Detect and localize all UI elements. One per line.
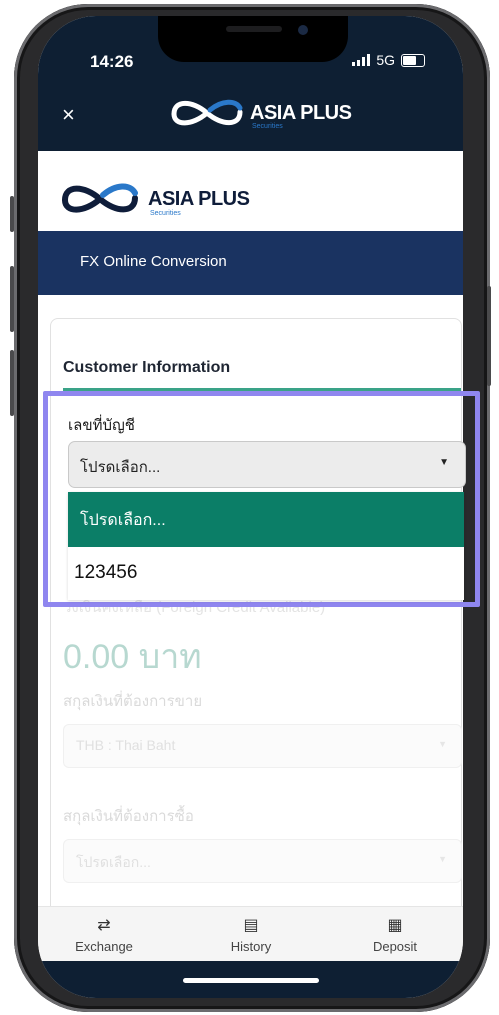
camera-notch (158, 16, 348, 62)
buy-currency-value: โปรดเลือก... (76, 854, 151, 870)
dropdown-option-account[interactable]: 123456 (68, 547, 464, 600)
volume-down-button (10, 350, 14, 416)
header-logo: ASIA PLUS Securities (170, 96, 352, 130)
account-dropdown-list: โปรดเลือก... 123456 (68, 492, 464, 600)
power-button (487, 286, 491, 386)
buy-currency-select[interactable]: โปรดเลือก... ▼ (63, 839, 462, 883)
dropdown-option-label: โปรดเลือก... (80, 512, 166, 529)
credit-value: 0.00 บาท (63, 638, 202, 676)
asia-plus-logo-icon (62, 183, 138, 213)
buy-currency-label: สกุลเงินที่ต้องการซื้อ (63, 808, 194, 825)
dropdown-option-placeholder[interactable]: โปรดเลือก... (68, 492, 464, 547)
account-number-label: เลขที่บัญชี (68, 417, 135, 434)
speaker-grille (226, 26, 282, 32)
nav-history-label: History (230, 939, 272, 954)
signal-icon (352, 54, 371, 66)
home-indicator[interactable] (183, 978, 319, 983)
exchange-icon: ⇄ (97, 917, 111, 934)
header-logo-sub: Securities (252, 122, 283, 130)
brand-logo: ASIA PLUS Securities (60, 181, 250, 217)
account-number-select[interactable]: โปรดเลือก... ▼ (68, 441, 466, 488)
status-indicators: 5G (352, 52, 425, 68)
sell-currency-value: THB : Thai Baht (76, 737, 176, 753)
nav-history[interactable]: ▤ History (201, 915, 301, 954)
status-time: 14:26 (90, 52, 134, 71)
sell-currency-label: สกุลเงินที่ต้องการขาย (63, 693, 203, 710)
header-logo-text: ASIA PLUS (250, 101, 352, 124)
asia-plus-swoosh-icon (171, 99, 243, 126)
battery-icon (401, 53, 425, 67)
nav-exchange-label: Exchange (75, 939, 133, 954)
bottom-nav: ⇄ Exchange ▤ History ▦ Deposit (38, 906, 463, 962)
page-banner: FX Online Conversion (38, 231, 463, 295)
nav-exchange[interactable]: ⇄ Exchange (54, 915, 154, 954)
brand-logo-text: ASIA PLUS (148, 187, 250, 210)
chevron-down-icon: ▼ (438, 739, 447, 749)
nav-deposit-label: Deposit (372, 939, 418, 954)
chevron-down-icon: ▼ (438, 854, 447, 864)
card-title: Customer Information (63, 359, 231, 376)
home-indicator-area (38, 961, 463, 998)
close-button[interactable]: × (62, 102, 75, 128)
volume-up-button (10, 266, 14, 332)
network-type: 5G (376, 52, 395, 68)
mute-switch (10, 196, 14, 232)
account-select-group: เลขที่บัญชี โปรดเลือก... ▼ โปรดเลือก... … (68, 409, 466, 600)
dropdown-option-label: 123456 (74, 562, 138, 583)
history-icon: ▤ (243, 917, 259, 934)
qr-code-icon: ▦ (387, 917, 403, 934)
account-select-value: โปรดเลือก... (80, 459, 161, 476)
camera-icon (298, 25, 308, 35)
caret-down-icon: ▼ (439, 457, 449, 468)
account-select-highlight: เลขที่บัญชี โปรดเลือก... ▼ โปรดเลือก... … (43, 391, 480, 607)
app-header: 14:26 5G × ASIA PLUS Securities (38, 16, 463, 151)
page-title: FX Online Conversion (80, 253, 227, 270)
sell-currency-select[interactable]: THB : Thai Baht ▼ (63, 724, 462, 768)
nav-deposit[interactable]: ▦ Deposit (345, 915, 445, 954)
brand-logo-sub: Securities (150, 209, 181, 217)
